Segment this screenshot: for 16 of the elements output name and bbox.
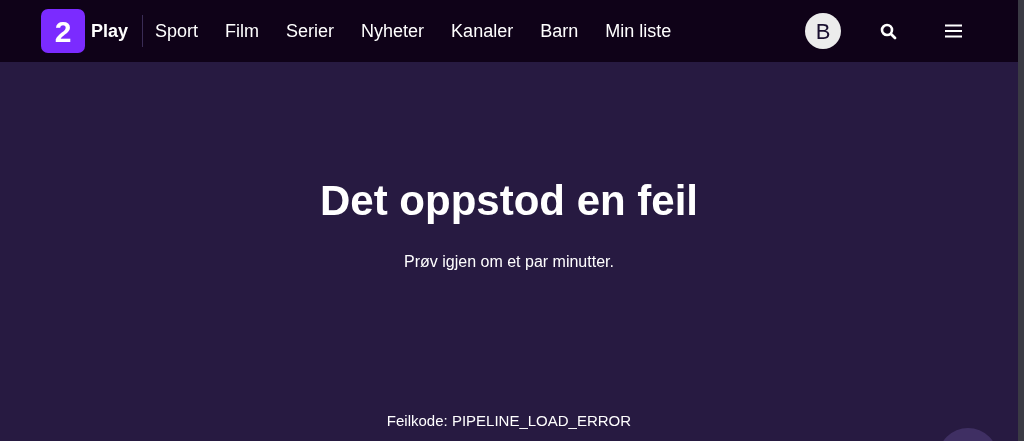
avatar[interactable]: B [805, 13, 841, 49]
nav-link[interactable]: Sport [155, 17, 199, 45]
logo-mark[interactable]: 2 [41, 9, 85, 53]
nav-link[interactable]: Min liste [605, 17, 672, 45]
nav-link[interactable]: Nyheter [361, 17, 425, 45]
nav-link[interactable]: Kanaler [451, 17, 514, 45]
menu-icon[interactable] [945, 24, 962, 38]
nav-link[interactable]: Barn [540, 17, 579, 45]
nav-link[interactable]: Film [225, 17, 260, 45]
error-title: Det oppstod en feil [320, 180, 698, 222]
logo-text: Play [91, 19, 129, 43]
scrollbar[interactable] [1018, 0, 1024, 441]
nav-link[interactable]: Serier [286, 17, 335, 45]
error-code: Feilkode: PIPELINE_LOAD_ERROR [386, 411, 632, 431]
search-icon[interactable] [880, 22, 897, 40]
error-message: Prøv igjen om et par minutter. [404, 252, 614, 272]
